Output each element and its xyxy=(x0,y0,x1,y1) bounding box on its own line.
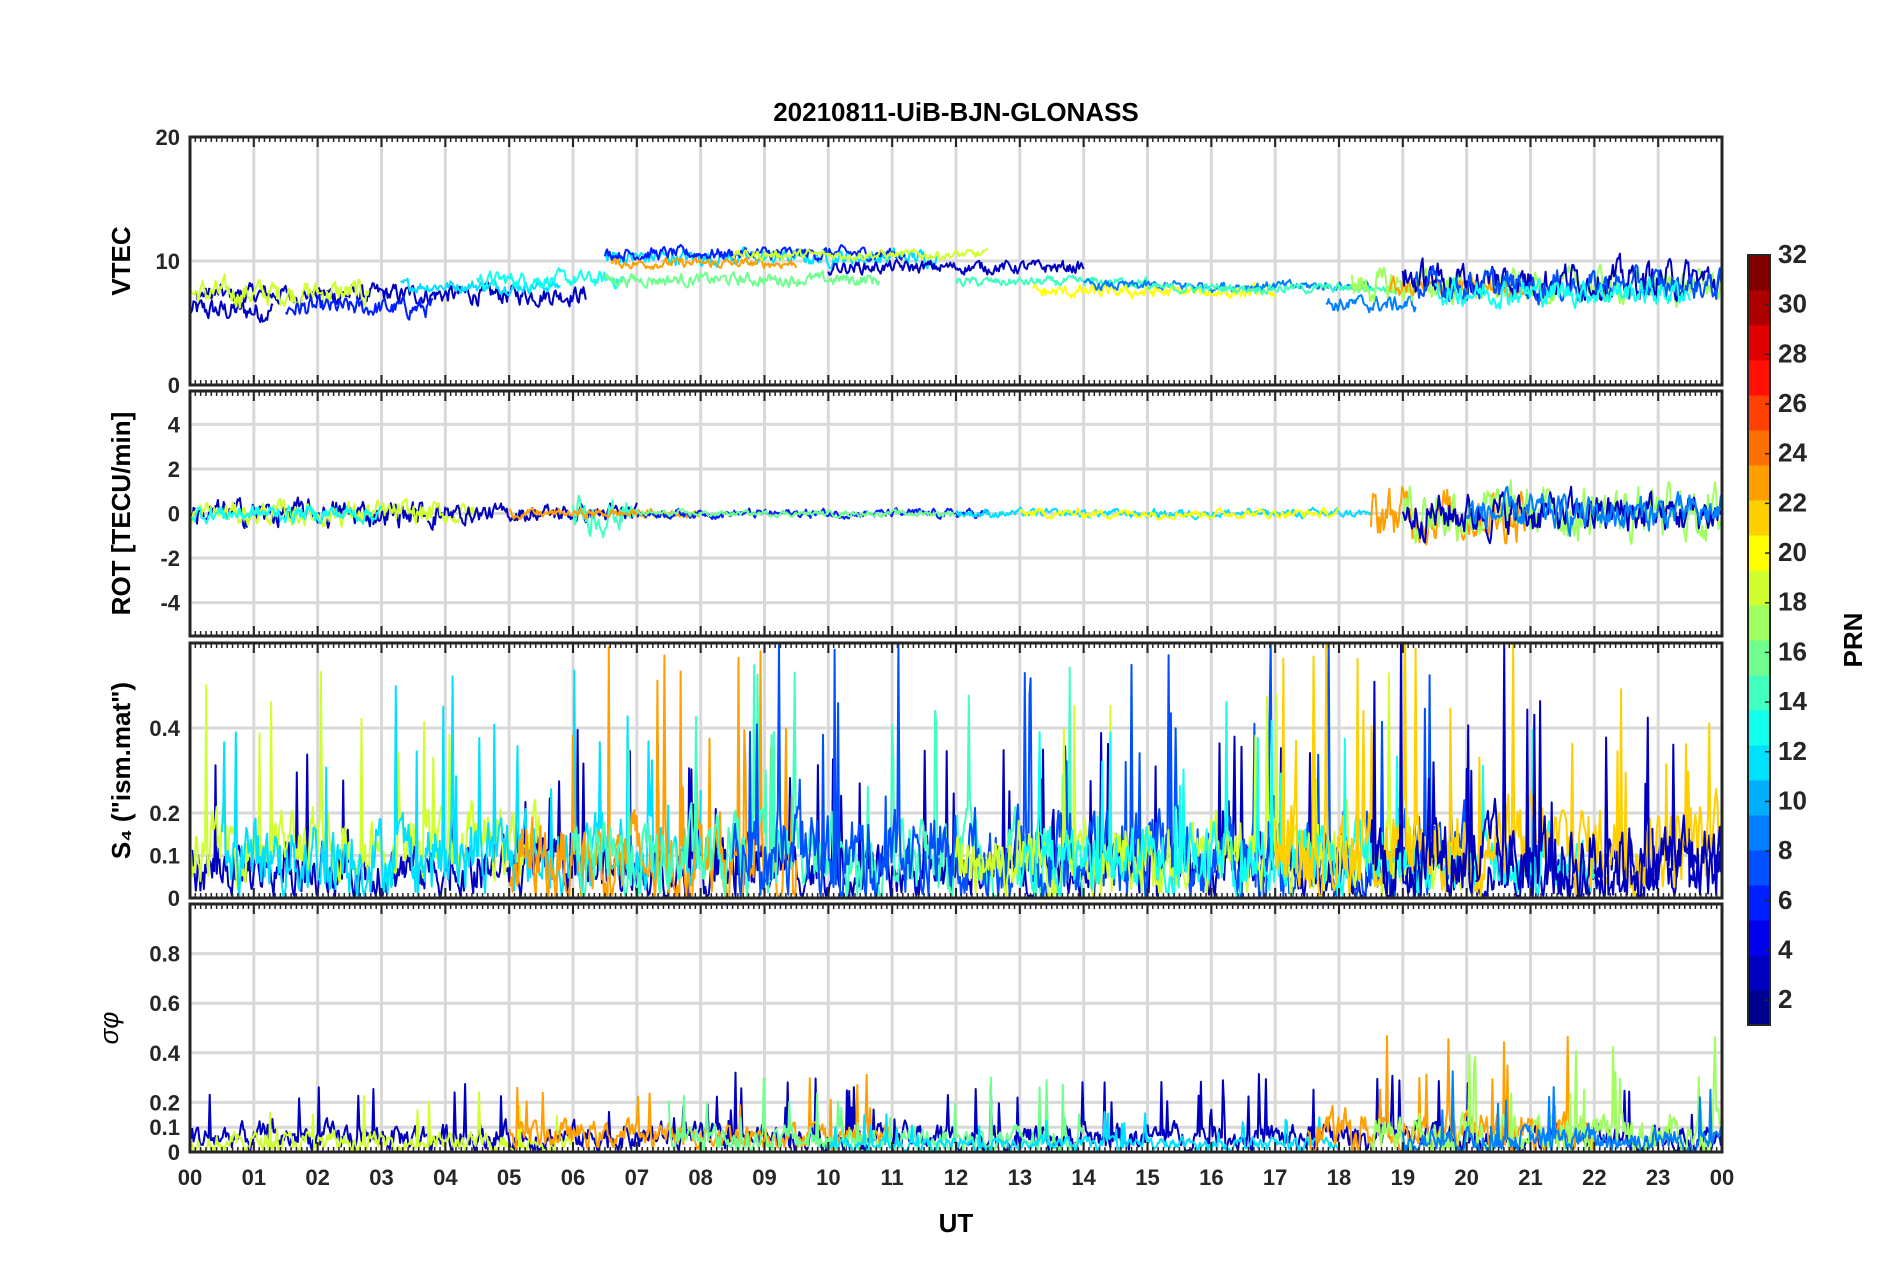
x-tick-label: 05 xyxy=(497,1165,521,1190)
colorbar-swatch xyxy=(1748,815,1770,851)
x-tick-label: 11 xyxy=(881,1165,904,1190)
colorbar-tick-label: 12 xyxy=(1778,736,1807,766)
x-tick-label: 00 xyxy=(178,1165,202,1190)
colorbar-swatch xyxy=(1748,605,1770,641)
vtec-y-tick-label: 0 xyxy=(168,373,180,398)
colorbar-label: PRN xyxy=(1838,613,1868,668)
x-tick-label: 10 xyxy=(816,1165,840,1190)
sigma-y-tick-label: 0.4 xyxy=(149,1041,180,1066)
s4-y-tick-label: 0.2 xyxy=(149,801,180,826)
s4-y-axis-label: S₄ ("ism.mat") xyxy=(106,682,136,859)
sigma-phi-panel: 00.10.2 0.4 0.6 0.8 σφ 00 01 02 03 04 05 06 07 08 09 10… xyxy=(94,902,1734,1190)
colorbar-tick-label: 4 xyxy=(1778,934,1793,964)
colorbar-tick-label: 10 xyxy=(1778,785,1807,815)
x-tick-label: 15 xyxy=(1135,1165,1159,1190)
sigma-y-tick-label: 0.8 xyxy=(149,942,180,967)
colorbar-swatch xyxy=(1748,395,1770,431)
colorbar-swatch xyxy=(1748,430,1770,466)
x-tick-label: 23 xyxy=(1646,1165,1670,1190)
colorbar-swatch xyxy=(1748,850,1770,886)
chart-title: 20210811-UiB-BJN-GLONASS xyxy=(773,97,1139,127)
x-tick-label: 14 xyxy=(1071,1165,1096,1190)
colorbar-tick-label: 8 xyxy=(1778,835,1792,865)
x-tick-label: 08 xyxy=(688,1165,712,1190)
rot-y-tick-label: -4 xyxy=(160,591,180,616)
x-tick-label: 00 xyxy=(1710,1165,1734,1190)
sigma-y-tick-label: 0.2 xyxy=(149,1090,180,1115)
colorbar-swatch xyxy=(1748,675,1770,711)
sigma-y-axis-label: σφ xyxy=(94,1012,124,1045)
colorbar-swatch xyxy=(1748,255,1770,291)
colorbar-swatch xyxy=(1748,360,1770,396)
colorbar-tick-label: 2 xyxy=(1778,984,1792,1014)
colorbar-swatch xyxy=(1748,570,1770,606)
colorbar-swatch xyxy=(1748,465,1770,501)
s4-y-tick-label: 0.1 xyxy=(149,844,180,869)
x-tick-label: 13 xyxy=(1008,1165,1032,1190)
rot-y-tick-label: 2 xyxy=(168,457,180,482)
colorbar-swatch xyxy=(1748,710,1770,746)
colorbar-swatch xyxy=(1748,955,1770,991)
prn-colorbar: 2468101214161820222426283032PRN xyxy=(1747,239,1868,1026)
x-tick-label: 07 xyxy=(625,1165,649,1190)
x-tick-label: 01 xyxy=(242,1165,266,1190)
colorbar-swatch xyxy=(1748,885,1770,921)
s4-y-tick-label: 0 xyxy=(168,886,180,911)
x-tick-label: 17 xyxy=(1263,1165,1287,1190)
colorbar-tick-label: 14 xyxy=(1778,686,1807,716)
vtec-y-axis-label: VTEC xyxy=(106,226,136,296)
rot-y-tick-label: -2 xyxy=(160,546,180,571)
colorbar-tick-label: 32 xyxy=(1778,239,1807,269)
x-tick-label: 16 xyxy=(1199,1165,1223,1190)
colorbar-swatch xyxy=(1748,780,1770,816)
colorbar-tick-label: 28 xyxy=(1778,338,1807,368)
colorbar-tick-label: 24 xyxy=(1778,438,1807,468)
colorbar-swatch xyxy=(1748,500,1770,536)
colorbar-tick-label: 18 xyxy=(1778,587,1807,617)
x-tick-label: 06 xyxy=(561,1165,585,1190)
s4-y-tick-label: 0.4 xyxy=(149,716,180,741)
x-tick-label: 12 xyxy=(944,1165,968,1190)
colorbar-swatch xyxy=(1748,745,1770,781)
x-tick-label: 09 xyxy=(752,1165,776,1190)
x-tick-label: 21 xyxy=(1518,1165,1542,1190)
colorbar-tick-label: 26 xyxy=(1778,388,1807,418)
rot-y-tick-label: 4 xyxy=(168,412,181,437)
colorbar-tick-label: 6 xyxy=(1778,885,1792,915)
rot-y-axis-label: ROT [TECU/min] xyxy=(106,412,136,616)
x-axis-label: UT xyxy=(939,1208,974,1238)
colorbar-tick-label: 22 xyxy=(1778,487,1807,517)
x-tick-label: 19 xyxy=(1391,1165,1415,1190)
s4-panel: 0 0.1 0.2 0.4 S₄ ("ism.mat") xyxy=(106,641,1724,911)
rot-y-tick-label: 0 xyxy=(168,502,180,527)
colorbar-swatch xyxy=(1748,640,1770,676)
sigma-y-tick-label: 0.6 xyxy=(149,991,180,1016)
x-tick-label: 22 xyxy=(1582,1165,1606,1190)
x-tick-label: 03 xyxy=(369,1165,393,1190)
vtec-y-tick-label: 10 xyxy=(156,249,180,274)
colorbar-tick-label: 16 xyxy=(1778,636,1807,666)
colorbar-swatch xyxy=(1748,325,1770,361)
vtec-panel: 0 10 20 VTEC xyxy=(106,125,1724,398)
rot-panel: -4 -2 0 2 4 ROT [TECU/min] xyxy=(106,389,1724,638)
sigma-y-tick-label: 0 xyxy=(168,1140,180,1165)
colorbar-swatch xyxy=(1748,290,1770,326)
colorbar-swatch xyxy=(1748,990,1770,1026)
x-tick-label: 20 xyxy=(1454,1165,1478,1190)
figure: 20210811-UiB-BJN-GLONASS 01020VTEC -4-20… xyxy=(94,97,1868,1238)
x-tick-label: 02 xyxy=(305,1165,329,1190)
vtec-y-tick-label: 20 xyxy=(156,125,180,150)
sigma-y-tick-label: 0.1 xyxy=(149,1115,180,1140)
colorbar-tick-label: 30 xyxy=(1778,289,1807,319)
colorbar-tick-label: 20 xyxy=(1778,537,1807,567)
x-tick-label: 18 xyxy=(1327,1165,1351,1190)
x-tick-label: 04 xyxy=(433,1165,458,1190)
